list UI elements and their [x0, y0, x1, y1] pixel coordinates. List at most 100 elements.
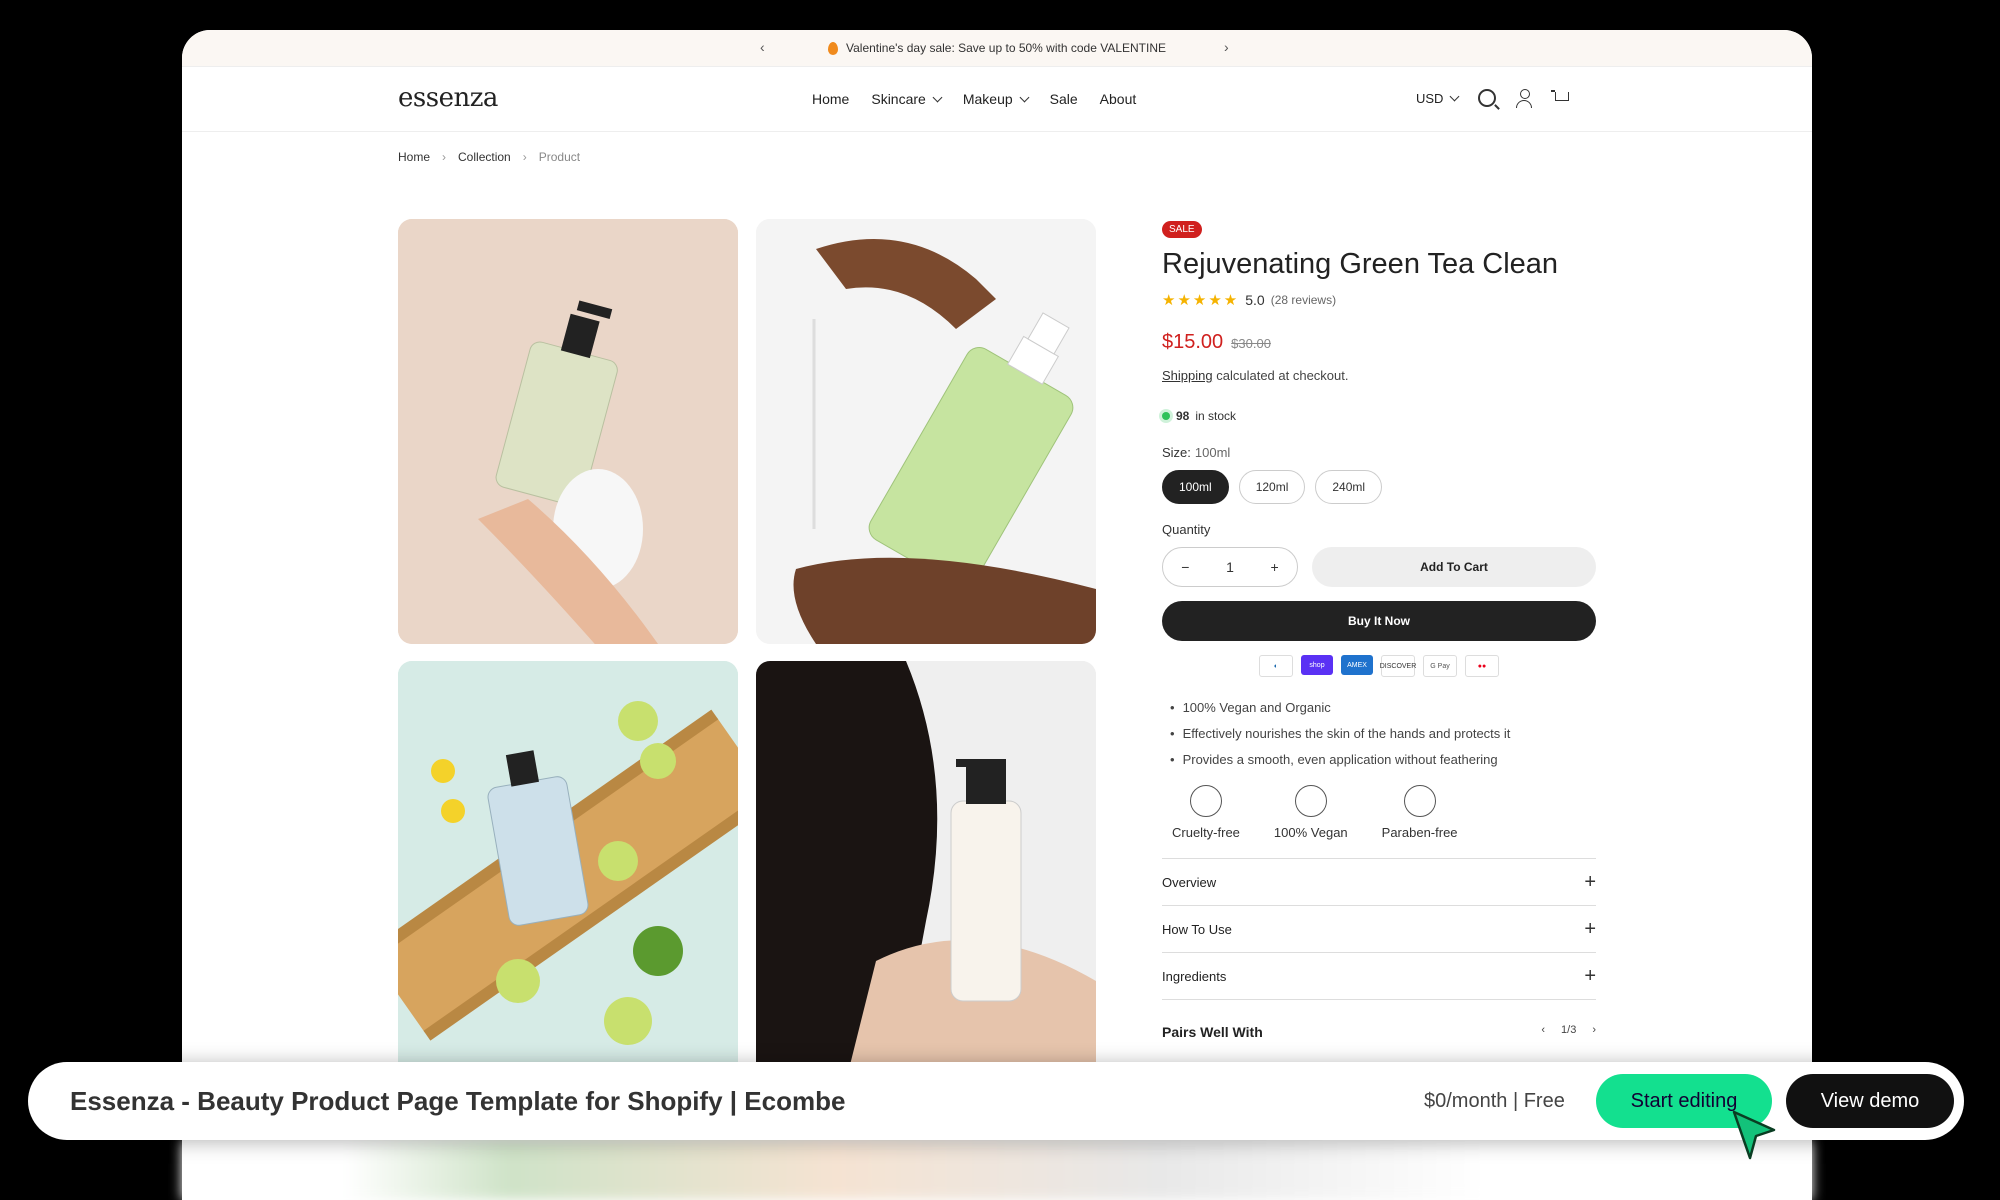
cursor-arrow-icon [1732, 1110, 1776, 1160]
header-actions: USD [1416, 89, 1570, 108]
banner-price: $0/month | Free [1424, 1090, 1565, 1112]
shop-pay-icon: shop [1301, 655, 1333, 675]
bullet-item: 100% Vegan and Organic [1170, 695, 1596, 721]
announcement-bar: ‹ Valentine's day sale: Save up to 50% w… [182, 30, 1812, 67]
feature-cruelty-free: Cruelty-free [1172, 785, 1240, 840]
decrease-quantity-button[interactable]: − [1181, 559, 1189, 575]
sale-badge: SALE [1162, 221, 1202, 238]
plus-icon: + [1584, 964, 1596, 987]
accordion-label: Ingredients [1162, 968, 1227, 984]
tube-icon [1403, 785, 1436, 817]
accordion-how-to-use[interactable]: How To Use + [1162, 906, 1596, 953]
nav-sale[interactable]: Sale [1050, 91, 1078, 107]
browser-frame: ‹ Valentine's day sale: Save up to 50% w… [182, 30, 1812, 1200]
nav-label: Home [812, 91, 850, 107]
site-header: essenza Home Skincare Makeup Sale About … [182, 67, 1812, 132]
size-value: 100ml [1194, 445, 1231, 460]
buy-now-button[interactable]: Buy It Now [1162, 601, 1596, 641]
stock-text: in stock [1195, 409, 1237, 423]
star-rating-icon: ★★★★★ [1162, 292, 1240, 309]
view-demo-button[interactable]: View demo [1786, 1074, 1954, 1128]
nav-skincare[interactable]: Skincare [871, 91, 943, 107]
feature-vegan: 100% Vegan [1274, 785, 1348, 840]
stock-status: 98 in stock [1162, 409, 1596, 423]
breadcrumb-separator: › [522, 150, 527, 164]
product-image-4[interactable] [756, 661, 1096, 1081]
accordion-label: How To Use [1162, 921, 1232, 937]
product-title: Rejuvenating Green Tea Clean [1162, 248, 1559, 280]
size-option-120ml[interactable]: 120ml [1238, 470, 1306, 504]
prev-announcement-arrow-icon[interactable]: ‹ [760, 39, 765, 55]
sale-price: $15.00 [1162, 331, 1224, 353]
size-label-text: Size: [1162, 445, 1191, 460]
chevron-down-icon [932, 92, 943, 102]
breadcrumb: Home › Collection › Product [398, 150, 580, 164]
chevron-down-icon [1450, 91, 1460, 101]
breadcrumb-separator: › [442, 150, 447, 164]
accordion-label: Overview [1162, 874, 1217, 890]
accordion-ingredients[interactable]: Ingredients + [1162, 953, 1596, 1000]
increase-quantity-button[interactable]: + [1271, 559, 1279, 575]
leaf-icon [1294, 785, 1327, 817]
search-icon[interactable] [1478, 89, 1497, 107]
product-info: SALE Rejuvenating Green Tea Clean ★★★★★ … [1162, 219, 1596, 1040]
feature-label: 100% Vegan [1273, 825, 1348, 840]
banner-title: Essenza - Beauty Product Page Template f… [70, 1086, 846, 1116]
size-option-240ml[interactable]: 240ml [1315, 470, 1383, 504]
feature-badges: Cruelty-free 100% Vegan Paraben-free [1162, 785, 1596, 840]
chevron-left-icon[interactable]: ‹ [1541, 1024, 1545, 1040]
logo[interactable]: essenza [398, 83, 498, 113]
chevron-down-icon [1019, 92, 1030, 102]
rating: ★★★★★ 5.0 (28 reviews) [1162, 291, 1596, 309]
breadcrumb-collection[interactable]: Collection [458, 150, 511, 164]
product-image-3[interactable] [398, 661, 738, 1081]
review-count[interactable]: (28 reviews) [1271, 293, 1336, 307]
payment-icons: ◐ shop AMEX DISCOVER G Pay ●● [1162, 655, 1596, 677]
bullet-item: Provides a smooth, even application with… [1170, 747, 1596, 773]
breadcrumb-home[interactable]: Home [398, 150, 430, 164]
shipping-note: Shipping calculated at checkout. [1162, 368, 1596, 383]
product-image-1[interactable] [398, 219, 738, 644]
size-options: 100ml 120ml 240ml [1162, 470, 1596, 504]
plus-icon: + [1584, 870, 1596, 893]
cart-icon[interactable] [1551, 90, 1570, 106]
feature-label: Paraben-free [1381, 825, 1458, 840]
add-to-cart-button[interactable]: Add To Cart [1312, 547, 1596, 587]
nav-home[interactable]: Home [812, 91, 849, 107]
price: $15.00 $30.00 [1162, 331, 1596, 354]
pairs-pagination: ‹ 1/3 › [1541, 1024, 1596, 1040]
mastercard-icon: ●● [1465, 655, 1499, 677]
nav-label: Makeup [962, 91, 1013, 107]
nav-makeup[interactable]: Makeup [962, 91, 1030, 107]
in-stock-dot-icon [1162, 412, 1170, 420]
quantity-label: Quantity [1162, 522, 1211, 537]
currency-label: USD [1416, 90, 1444, 106]
discover-icon: DISCOVER [1380, 655, 1416, 677]
accordion-overview[interactable]: Overview + [1162, 859, 1596, 906]
product-accordion: Overview + How To Use + Ingredients + [1162, 858, 1596, 1000]
size-option-100ml[interactable]: 100ml [1162, 470, 1229, 504]
chevron-right-icon[interactable]: › [1592, 1024, 1596, 1040]
account-icon[interactable] [1516, 89, 1533, 108]
main-nav: Home Skincare Makeup Sale About [812, 91, 1136, 107]
size-label: Size: 100ml [1162, 445, 1596, 460]
breadcrumb-current: Product [538, 150, 581, 164]
pairs-well-with: Pairs Well With ‹ 1/3 › [1162, 1024, 1596, 1040]
flame-icon [827, 41, 838, 55]
next-announcement-arrow-icon[interactable]: › [1224, 39, 1229, 55]
feature-label: Cruelty-free [1172, 825, 1240, 840]
google-pay-icon: G Pay [1423, 655, 1457, 677]
amex-icon: AMEX [1341, 655, 1373, 675]
template-banner: Essenza - Beauty Product Page Template f… [28, 1062, 1964, 1140]
nav-label: Skincare [871, 91, 926, 107]
quantity-value[interactable]: 1 [1226, 559, 1234, 575]
purchase-row: − 1 + Add To Cart [1162, 547, 1596, 587]
feature-paraben-free: Paraben-free [1382, 785, 1458, 840]
nav-label: About [1099, 91, 1137, 107]
nav-label: Sale [1049, 91, 1078, 107]
shipping-link[interactable]: Shipping [1162, 368, 1213, 383]
product-image-2[interactable] [756, 219, 1096, 644]
currency-selector[interactable]: USD [1416, 90, 1460, 106]
nav-about[interactable]: About [1100, 91, 1137, 107]
pairs-page: 1/3 [1561, 1024, 1577, 1036]
